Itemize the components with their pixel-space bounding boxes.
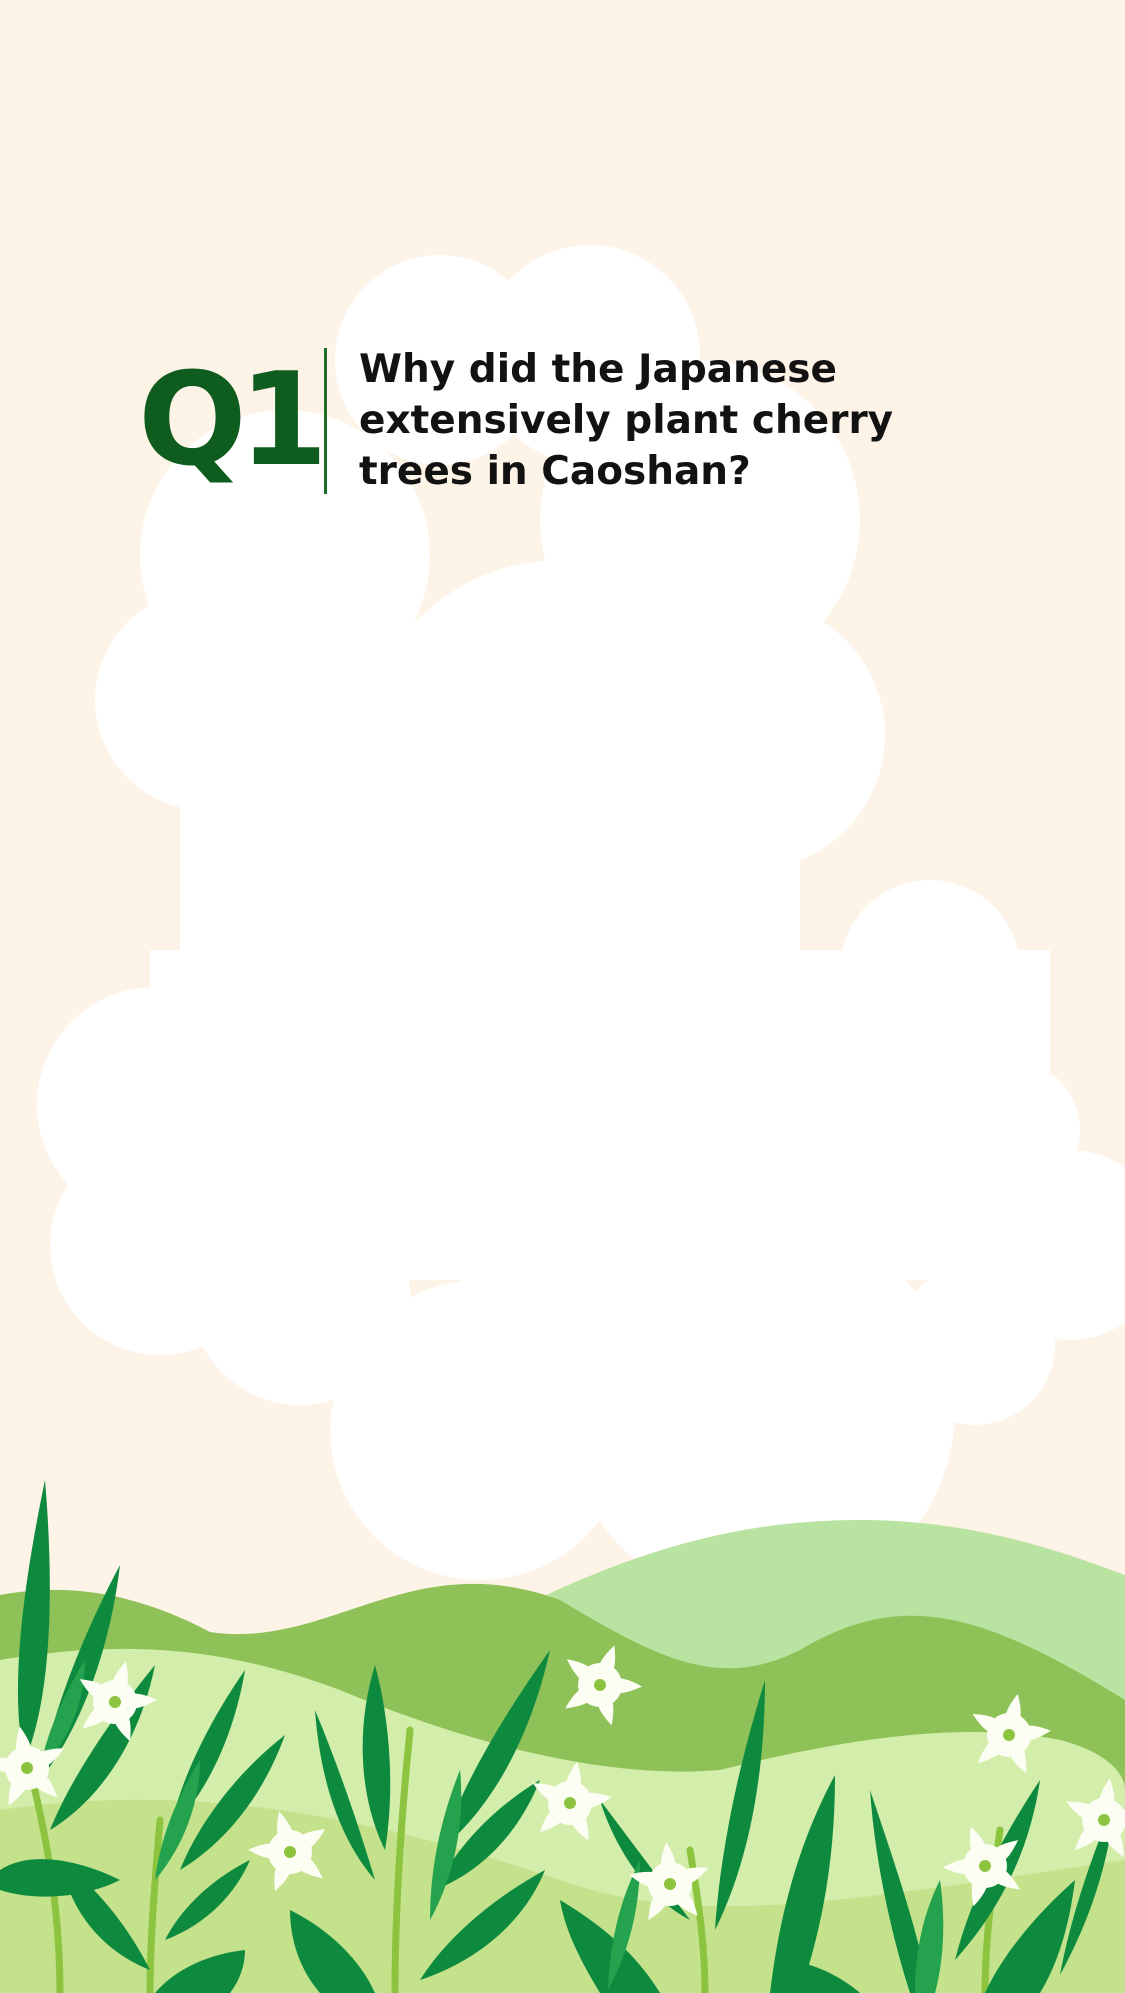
question-line-1: Why did the Japanese xyxy=(359,347,837,392)
question-line-2: extensively plant cherry xyxy=(359,398,894,443)
question-block: Q1 Why did the Japanese extensively plan… xyxy=(138,344,919,497)
background-illustration xyxy=(0,245,1125,1993)
question-divider xyxy=(324,347,327,494)
question-number: Q1 xyxy=(138,345,328,495)
question-text: Why did the Japanese extensively plant c… xyxy=(359,344,919,497)
question-line-3: trees in Caoshan? xyxy=(359,449,751,494)
